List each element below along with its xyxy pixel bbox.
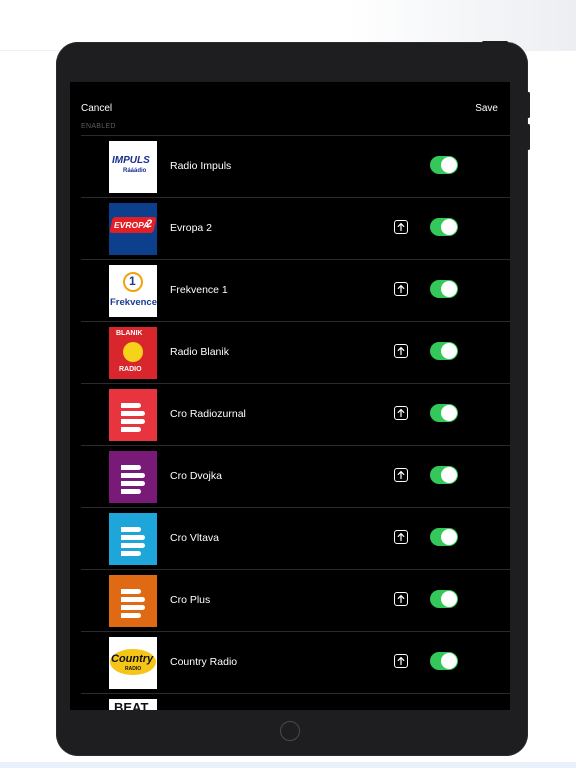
save-button[interactable]: Save xyxy=(475,103,498,114)
toggle-knob xyxy=(441,157,457,173)
station-logo: Country RADIO xyxy=(109,637,157,689)
background-bottom xyxy=(0,762,576,768)
logo-stripe xyxy=(121,613,141,618)
station-name: Radio Impuls xyxy=(170,160,232,172)
station-logo: IMPULS Rááádio xyxy=(109,141,157,193)
station-row[interactable]: Cro Plus xyxy=(81,569,510,631)
station-row[interactable]: Cro Dvojka xyxy=(81,445,510,507)
station-logo: EVROPA 2 xyxy=(109,203,157,255)
logo-stripe xyxy=(121,527,141,532)
logo-text: Frekvence xyxy=(110,297,157,308)
toggle-knob xyxy=(441,405,457,421)
enabled-toggle[interactable] xyxy=(430,652,458,670)
logo-stripe xyxy=(121,589,141,594)
logo-stripe xyxy=(121,403,141,408)
screen: Cancel Save ENABLED IMPULS Rááádio Radio I… xyxy=(70,82,510,710)
cancel-button[interactable]: Cancel xyxy=(81,103,112,114)
logo-stripe xyxy=(121,489,141,494)
toggle-knob xyxy=(441,653,457,669)
logo-subtext: Rááádio xyxy=(123,168,147,174)
station-name: Evropa 2 xyxy=(170,222,213,234)
logo-text: BLANIK xyxy=(116,330,143,337)
station-name: Cro Plus xyxy=(170,594,211,606)
logo-text: IMPULS xyxy=(112,155,150,166)
logo-stripe xyxy=(121,419,145,424)
logo-text: EVROPA xyxy=(114,220,150,230)
logo-stripe xyxy=(121,465,141,470)
logo-text: BEAT xyxy=(114,700,149,710)
station-logo: BLANIK RADIO xyxy=(109,327,157,379)
logo-stripe xyxy=(121,473,145,478)
move-to-top-icon[interactable] xyxy=(394,592,408,606)
toggle-knob xyxy=(441,343,457,359)
enabled-toggle[interactable] xyxy=(430,466,458,484)
station-row[interactable]: EVROPA 2 Evropa 2 xyxy=(81,197,510,259)
station-row[interactable]: 1 Frekvence Frekvence 1 xyxy=(81,259,510,321)
volume-down-button xyxy=(527,124,530,150)
move-to-top-icon[interactable] xyxy=(394,282,408,296)
logo-subtext: RADIO xyxy=(119,366,142,373)
logo-stripe xyxy=(121,551,141,556)
logo-stripe xyxy=(121,411,145,416)
station-name: Cro Radiozurnal xyxy=(170,408,246,420)
station-logo xyxy=(109,513,157,565)
move-to-top-icon[interactable] xyxy=(394,468,408,482)
logo-subtext: 2 xyxy=(146,218,153,230)
station-logo xyxy=(109,575,157,627)
station-logo xyxy=(109,389,157,441)
station-row[interactable]: Country RADIO Country Radio xyxy=(81,631,510,693)
enabled-toggle[interactable] xyxy=(430,280,458,298)
station-row[interactable]: BEAT xyxy=(81,693,510,710)
toggle-knob xyxy=(441,219,457,235)
move-to-top-icon[interactable] xyxy=(394,220,408,234)
station-name: Radio Blanik xyxy=(170,346,229,358)
station-row[interactable]: Cro Radiozurnal xyxy=(81,383,510,445)
toggle-knob xyxy=(441,591,457,607)
volume-up-button xyxy=(527,92,530,118)
station-list: IMPULS Rááádio Radio Impuls EVROPA 2 Evropa 2… xyxy=(81,135,510,710)
logo-subtext: 1 xyxy=(129,274,136,288)
station-name: Cro Dvojka xyxy=(170,470,222,482)
toggle-knob xyxy=(441,281,457,297)
side-button-top xyxy=(482,41,508,44)
station-row[interactable]: BLANIK RADIO Radio Blanik xyxy=(81,321,510,383)
move-to-top-icon[interactable] xyxy=(394,530,408,544)
station-logo: 1 Frekvence xyxy=(109,265,157,317)
station-name: Country Radio xyxy=(170,656,238,668)
move-to-top-icon[interactable] xyxy=(394,406,408,420)
navigation-bar: Cancel Save xyxy=(70,82,510,134)
sun-icon xyxy=(123,342,143,362)
move-to-top-icon[interactable] xyxy=(394,654,408,668)
enabled-toggle[interactable] xyxy=(430,156,458,174)
section-header-enabled: ENABLED xyxy=(81,123,116,130)
logo-stripe xyxy=(121,605,145,610)
station-row[interactable]: Cro Vltava xyxy=(81,507,510,569)
enabled-toggle[interactable] xyxy=(430,218,458,236)
station-logo: BEAT xyxy=(109,699,157,710)
logo-stripe xyxy=(121,427,141,432)
station-name: Frekvence 1 xyxy=(170,284,228,296)
enabled-toggle[interactable] xyxy=(430,590,458,608)
enabled-toggle[interactable] xyxy=(430,342,458,360)
logo-stripe xyxy=(121,535,145,540)
toggle-knob xyxy=(441,529,457,545)
logo-stripe xyxy=(121,543,145,548)
station-name: Cro Vltava xyxy=(170,532,220,544)
move-to-top-icon[interactable] xyxy=(394,344,408,358)
station-row[interactable]: IMPULS Rááádio Radio Impuls xyxy=(81,135,510,197)
logo-stripe xyxy=(121,597,145,602)
home-button[interactable] xyxy=(280,721,300,741)
enabled-toggle[interactable] xyxy=(430,528,458,546)
enabled-toggle[interactable] xyxy=(430,404,458,422)
logo-stripe xyxy=(121,481,145,486)
logo-subtext: RADIO xyxy=(125,666,142,672)
logo-text: Country xyxy=(111,653,154,665)
toggle-knob xyxy=(441,467,457,483)
station-logo xyxy=(109,451,157,503)
